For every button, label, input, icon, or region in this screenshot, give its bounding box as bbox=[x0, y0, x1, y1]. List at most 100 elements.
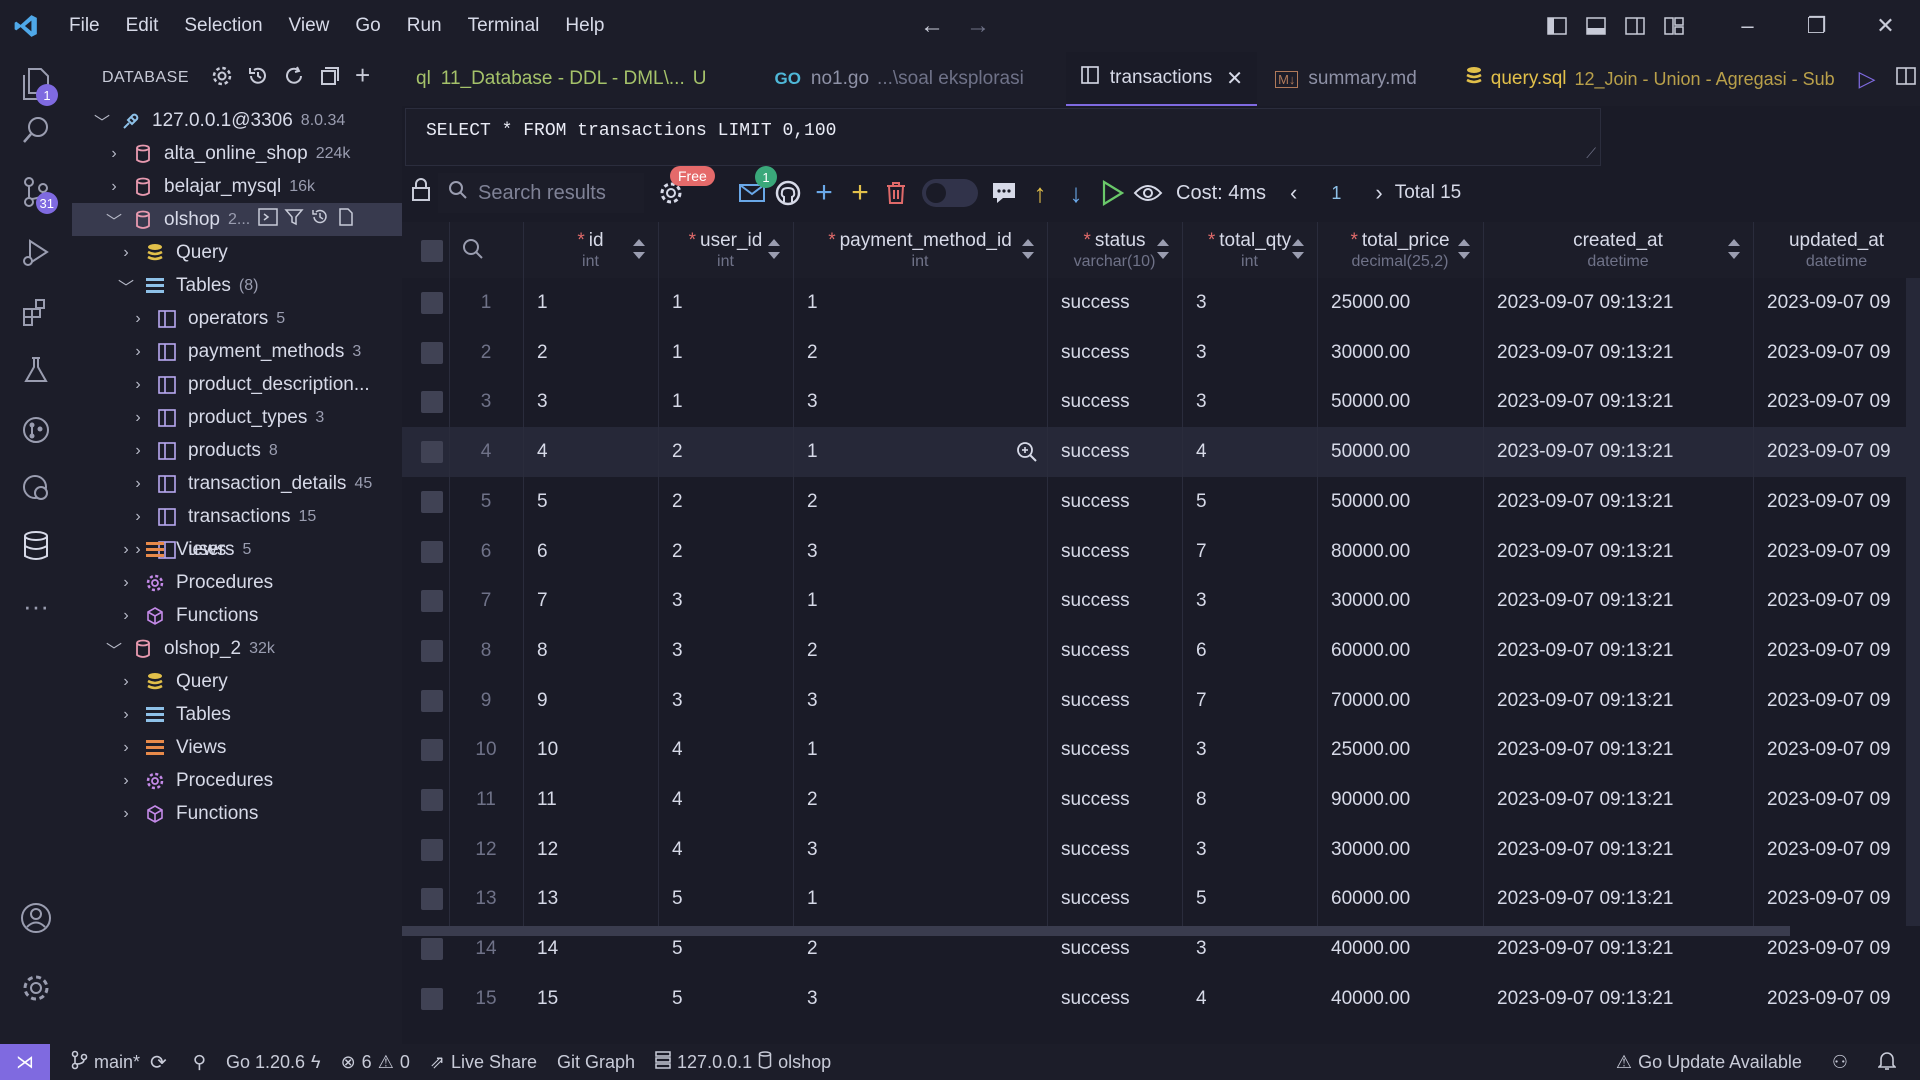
row-checkbox[interactable] bbox=[421, 789, 443, 811]
add-connection-icon[interactable]: + bbox=[355, 62, 371, 92]
table-cell[interactable]: 5 bbox=[1196, 477, 1315, 527]
table-cell[interactable]: 2023-09-07 09 bbox=[1767, 576, 1918, 626]
table-row[interactable]: 13 13 5 1 success 5 60000.00 2023-09-07 09:13:2… bbox=[402, 874, 1920, 924]
table-cell[interactable]: 5 bbox=[1196, 874, 1315, 924]
table-cell[interactable]: 3 bbox=[807, 377, 1045, 427]
table-cell[interactable]: 3 bbox=[1196, 278, 1315, 328]
table-cell[interactable]: 4 bbox=[672, 725, 791, 775]
table-cell[interactable]: 50000.00 bbox=[1331, 377, 1481, 427]
run-file-icon[interactable]: ▷ bbox=[1859, 66, 1876, 92]
table-cell[interactable]: 2 bbox=[672, 477, 791, 527]
table-cell[interactable]: 3 bbox=[1196, 377, 1315, 427]
feedback-icon[interactable]: ⚇ bbox=[1832, 1052, 1848, 1073]
menu-file[interactable]: File bbox=[56, 0, 113, 52]
table-cell[interactable]: 3 bbox=[672, 576, 791, 626]
table-cell[interactable]: 3 bbox=[672, 626, 791, 676]
table-cell[interactable]: 10 bbox=[537, 725, 656, 775]
row-checkbox[interactable] bbox=[421, 987, 443, 1010]
olshop-functions-node[interactable]: › Functions bbox=[72, 599, 402, 632]
table-cell[interactable]: 25000.00 bbox=[1331, 725, 1481, 775]
table-cell[interactable]: 80000.00 bbox=[1331, 527, 1481, 577]
table-cell[interactable]: 40000.00 bbox=[1331, 974, 1481, 1024]
next-page-icon[interactable]: › bbox=[1375, 180, 1382, 206]
table-cell[interactable]: 2023-09-07 09:13:21 bbox=[1497, 676, 1751, 726]
git-graph-icon[interactable] bbox=[14, 408, 58, 452]
menu-selection[interactable]: Selection bbox=[171, 0, 275, 52]
table-cell[interactable]: success bbox=[1061, 328, 1180, 378]
table-cell[interactable]: 3 bbox=[1196, 328, 1315, 378]
table-cell[interactable]: 30000.00 bbox=[1331, 328, 1481, 378]
notifications-bell-icon[interactable] bbox=[1877, 1050, 1897, 1075]
row-checkbox[interactable] bbox=[421, 888, 443, 911]
mail-icon[interactable]: 1 bbox=[737, 166, 777, 208]
row-checkbox[interactable] bbox=[421, 341, 443, 364]
table-cell[interactable]: 1 bbox=[807, 427, 1045, 477]
table-cell[interactable]: 2 bbox=[672, 427, 791, 477]
extensions-icon[interactable] bbox=[14, 290, 58, 334]
table-cell[interactable]: success bbox=[1061, 775, 1180, 825]
table-cell[interactable]: success bbox=[1061, 676, 1180, 726]
sort-icon[interactable] bbox=[1727, 236, 1741, 262]
table-cell[interactable]: 2023-09-07 09:13:21 bbox=[1497, 477, 1751, 527]
arrow-up-icon[interactable]: ↑ bbox=[1025, 178, 1055, 208]
run-debug-icon[interactable] bbox=[14, 230, 58, 274]
table-cell[interactable]: success bbox=[1061, 974, 1180, 1024]
row-checkbox[interactable] bbox=[421, 689, 443, 712]
table-row[interactable]: 6 6 2 3 success 7 80000.00 2023-09-07 09:13:21 2… bbox=[402, 527, 1920, 577]
table-cell[interactable]: 4 bbox=[1196, 427, 1315, 477]
table-cell[interactable]: 15 bbox=[537, 974, 656, 1024]
olshop-query-node[interactable]: › Query bbox=[72, 236, 402, 269]
table-cell[interactable]: success bbox=[1061, 576, 1180, 626]
settings-gear-icon[interactable]: Free bbox=[656, 166, 715, 208]
table-cell[interactable]: 9 bbox=[537, 676, 656, 726]
arrow-down-icon[interactable]: ↓ bbox=[1061, 178, 1091, 208]
db-node-olshop[interactable]: ﹀ olshop 2... bbox=[72, 203, 402, 236]
table-row[interactable]: 11 11 4 2 success 8 90000.00 2023-09-07 09:13:2… bbox=[402, 775, 1920, 825]
minimize-icon[interactable]: – bbox=[1713, 0, 1782, 52]
table-cell[interactable]: 50000.00 bbox=[1331, 427, 1481, 477]
lock-icon[interactable] bbox=[410, 178, 432, 208]
table-cell[interactable]: 12 bbox=[537, 825, 656, 875]
table-row[interactable]: 1 1 1 1 success 3 25000.00 2023-09-07 09:13:21 2… bbox=[402, 278, 1920, 328]
table-cell[interactable]: 2023-09-07 09 bbox=[1767, 527, 1918, 577]
table-row[interactable]: 4 4 2 1 success 4 50000.00 2023-09-07 09:13:21 2… bbox=[402, 427, 1920, 478]
column-header[interactable]: * payment_method_id int bbox=[793, 222, 1047, 278]
table-row[interactable]: 7 7 3 1 success 3 30000.00 2023-09-07 09:13:21 2… bbox=[402, 576, 1920, 626]
olshop2-views-node[interactable]: › Views bbox=[72, 731, 402, 764]
db-connection-indicator[interactable]: 127.0.0.1 olshop bbox=[655, 1050, 831, 1074]
table-cell[interactable]: 11 bbox=[537, 775, 656, 825]
table-cell[interactable]: 2023-09-07 09 bbox=[1767, 427, 1918, 477]
table-cell[interactable]: 2023-09-07 09:13:21 bbox=[1497, 825, 1751, 875]
table-cell[interactable]: 25000.00 bbox=[1331, 278, 1481, 328]
horizontal-scrollbar[interactable] bbox=[402, 926, 1790, 936]
table-node[interactable]: › product_description... bbox=[72, 368, 402, 401]
menu-view[interactable]: View bbox=[276, 0, 343, 52]
table-cell[interactable]: 1 bbox=[807, 874, 1045, 924]
remote-explorer-icon[interactable] bbox=[14, 466, 58, 510]
tab-query-sql[interactable]: query.sql 12_Join - Union - Agregasi - S… bbox=[1451, 52, 1849, 106]
table-cell[interactable]: 7 bbox=[1196, 676, 1315, 726]
table-row[interactable]: 8 8 3 2 success 6 60000.00 2023-09-07 09:13:21 2… bbox=[402, 626, 1920, 676]
open-terminal-icon[interactable] bbox=[258, 207, 278, 233]
table-cell[interactable]: 2023-09-07 09 bbox=[1767, 377, 1918, 427]
sort-icon[interactable] bbox=[1156, 236, 1170, 262]
table-cell[interactable]: 2023-09-07 09 bbox=[1767, 477, 1918, 527]
table-cell[interactable]: 60000.00 bbox=[1331, 626, 1481, 676]
table-cell[interactable]: 6 bbox=[537, 527, 656, 577]
toggle-secondary-sidebar-icon[interactable] bbox=[1615, 0, 1654, 52]
eye-icon[interactable] bbox=[1133, 178, 1163, 208]
table-node[interactable]: › products 8 bbox=[72, 434, 402, 467]
add-row-icon[interactable]: + bbox=[809, 176, 839, 209]
database-icon[interactable] bbox=[14, 524, 58, 568]
table-cell[interactable]: 3 bbox=[1196, 825, 1315, 875]
table-row[interactable]: 10 10 4 1 success 3 25000.00 2023-09-07 09:13:2… bbox=[402, 725, 1920, 775]
table-cell[interactable]: 1 bbox=[537, 278, 656, 328]
history-icon[interactable] bbox=[310, 207, 330, 233]
table-cell[interactable]: 2023-09-07 09:13:21 bbox=[1497, 328, 1751, 378]
vertical-scrollbar[interactable] bbox=[1906, 278, 1920, 926]
table-row[interactable]: 15 15 5 3 success 4 40000.00 2023-09-07 09:13:2… bbox=[402, 974, 1920, 1024]
row-checkbox[interactable] bbox=[421, 292, 443, 314]
close-window-icon[interactable]: ✕ bbox=[1851, 0, 1920, 52]
row-checkbox[interactable] bbox=[421, 639, 443, 662]
table-cell[interactable]: success bbox=[1061, 278, 1180, 328]
